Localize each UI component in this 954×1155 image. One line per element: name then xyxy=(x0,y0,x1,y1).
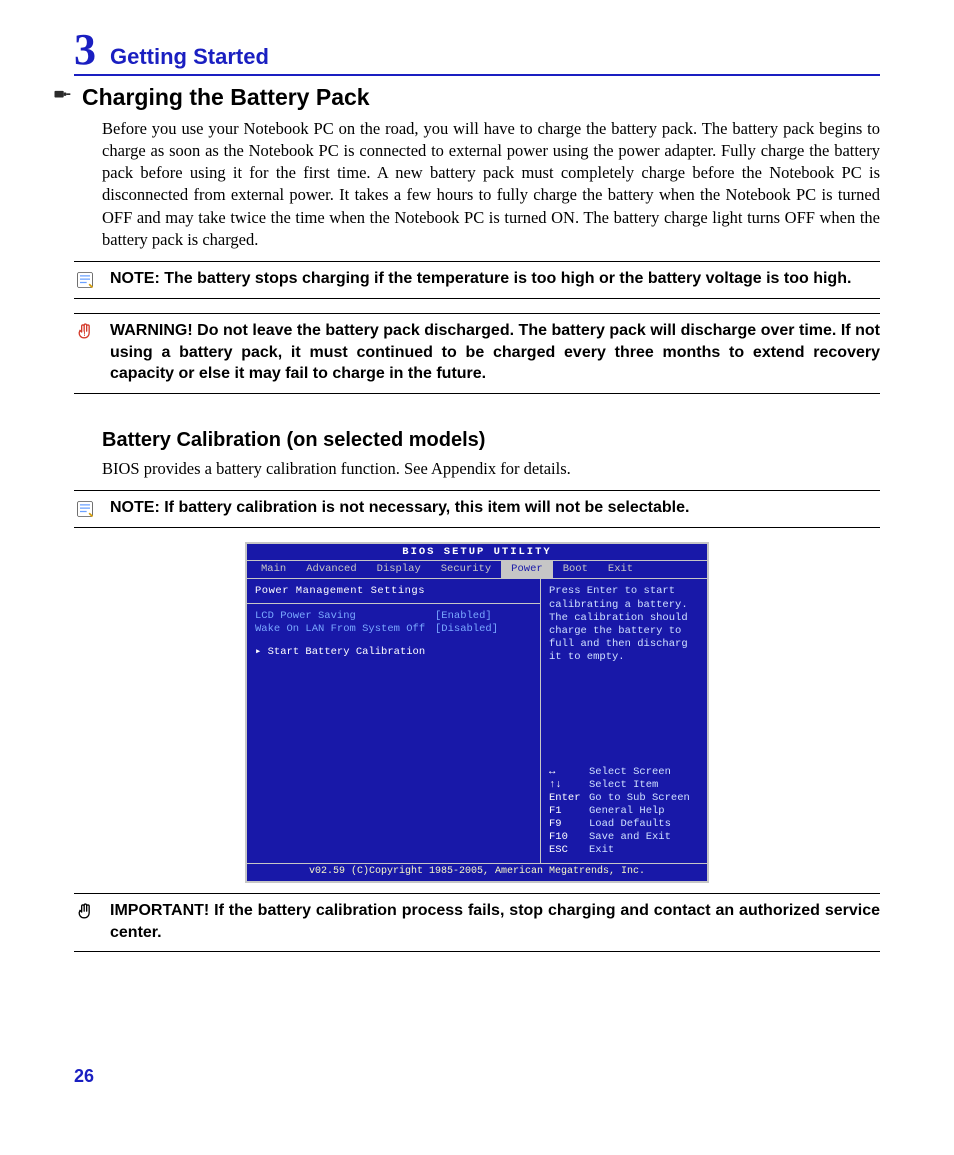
bios-item: LCD Power Saving [Enabled] xyxy=(255,610,532,623)
bios-tab-exit: Exit xyxy=(598,561,643,578)
bios-key-desc: Exit xyxy=(589,844,699,857)
bios-tab-main: Main xyxy=(251,561,296,578)
bios-key-row: F1General Help xyxy=(549,805,699,818)
bios-title: BIOS SETUP UTILITY xyxy=(247,544,707,561)
bios-body: Power Management Settings LCD Power Savi… xyxy=(247,578,707,863)
stop-hand-icon: ! xyxy=(74,320,96,342)
section-calibration-paragraph: BIOS provides a battery calibration func… xyxy=(102,458,880,480)
chapter-title: Getting Started xyxy=(110,46,269,68)
bios-tab-security: Security xyxy=(431,561,501,578)
section-charging-paragraph: Before you use your Notebook PC on the r… xyxy=(102,118,880,252)
bios-key-legend: ↔Select Screen ↑↓Select Item EnterGo to … xyxy=(549,766,699,858)
svg-text:!: ! xyxy=(83,331,85,338)
bios-key-desc: Load Defaults xyxy=(589,818,699,831)
bios-key: F9 xyxy=(549,818,589,831)
note-block-2: NOTE: If battery calibration is not nece… xyxy=(74,490,880,528)
bios-key-row: ↔Select Screen xyxy=(549,766,699,779)
bios-left-pane: Power Management Settings LCD Power Savi… xyxy=(247,579,541,863)
bios-key: ESC xyxy=(549,844,589,857)
bios-key-desc: Select Item xyxy=(589,779,699,792)
bios-key-row: ESCExit xyxy=(549,844,699,857)
bios-key-row: F10Save and Exit xyxy=(549,831,699,844)
page-number: 26 xyxy=(74,1066,94,1087)
section-charging-heading-row: Charging the Battery Pack xyxy=(52,84,880,112)
bios-item-value: [Enabled] xyxy=(435,610,492,623)
warning-text: WARNING! Do not leave the battery pack d… xyxy=(110,320,880,385)
bios-key: Enter xyxy=(549,792,589,805)
stop-hand-icon xyxy=(74,900,96,922)
bios-window: BIOS SETUP UTILITY Main Advanced Display… xyxy=(245,542,709,883)
bios-item: Wake On LAN From System Off [Disabled] xyxy=(255,623,532,636)
plug-icon xyxy=(52,85,72,110)
bios-tab-boot: Boot xyxy=(553,561,598,578)
bios-tab-power: Power xyxy=(501,561,553,578)
bios-item-key: Wake On LAN From System Off xyxy=(255,623,435,636)
note-text-1: NOTE: The battery stops charging if the … xyxy=(110,268,880,290)
bios-right-pane: Press Enter to start calibrating a batte… xyxy=(541,579,707,863)
bios-item-key: LCD Power Saving xyxy=(255,610,435,623)
bios-tabs: Main Advanced Display Security Power Boo… xyxy=(247,561,707,578)
bios-key: ↑↓ xyxy=(549,779,589,792)
note-icon xyxy=(74,497,96,519)
bios-tab-display: Display xyxy=(367,561,431,578)
bios-key: F10 xyxy=(549,831,589,844)
bios-key-row: F9Load Defaults xyxy=(549,818,699,831)
bios-key: F1 xyxy=(549,805,589,818)
bios-key-desc: General Help xyxy=(589,805,699,818)
bios-key-desc: Save and Exit xyxy=(589,831,699,844)
bios-item-value: [Disabled] xyxy=(435,623,498,636)
note-icon xyxy=(74,268,96,290)
section-calibration-heading: Battery Calibration (on selected models) xyxy=(102,428,880,452)
bios-selected-item: ▸ Start Battery Calibration xyxy=(255,646,532,659)
bios-footer: v02.59 (C)Copyright 1985-2005, American … xyxy=(247,863,707,881)
section-charging-heading: Charging the Battery Pack xyxy=(82,84,370,112)
warning-block: ! WARNING! Do not leave the battery pack… xyxy=(74,313,880,394)
note-text-2: NOTE: If battery calibration is not nece… xyxy=(110,497,880,519)
chapter-number: 3 xyxy=(74,28,96,72)
bios-screenshot: BIOS SETUP UTILITY Main Advanced Display… xyxy=(74,542,880,883)
bios-key-desc: Go to Sub Screen xyxy=(589,792,699,805)
important-block: IMPORTANT! If the battery calibration pr… xyxy=(74,893,880,952)
bios-section-head: Power Management Settings xyxy=(255,585,532,598)
bios-key-row: ↑↓Select Item xyxy=(549,779,699,792)
bios-divider xyxy=(247,603,540,604)
bios-help-text: Press Enter to start calibrating a batte… xyxy=(549,585,699,664)
bios-key-desc: Select Screen xyxy=(589,766,699,779)
important-text: IMPORTANT! If the battery calibration pr… xyxy=(110,900,880,943)
chapter-header: 3 Getting Started xyxy=(74,28,880,76)
bios-tab-advanced: Advanced xyxy=(296,561,366,578)
bios-key-row: EnterGo to Sub Screen xyxy=(549,792,699,805)
note-block-1: NOTE: The battery stops charging if the … xyxy=(74,261,880,299)
bios-key: ↔ xyxy=(549,766,589,779)
